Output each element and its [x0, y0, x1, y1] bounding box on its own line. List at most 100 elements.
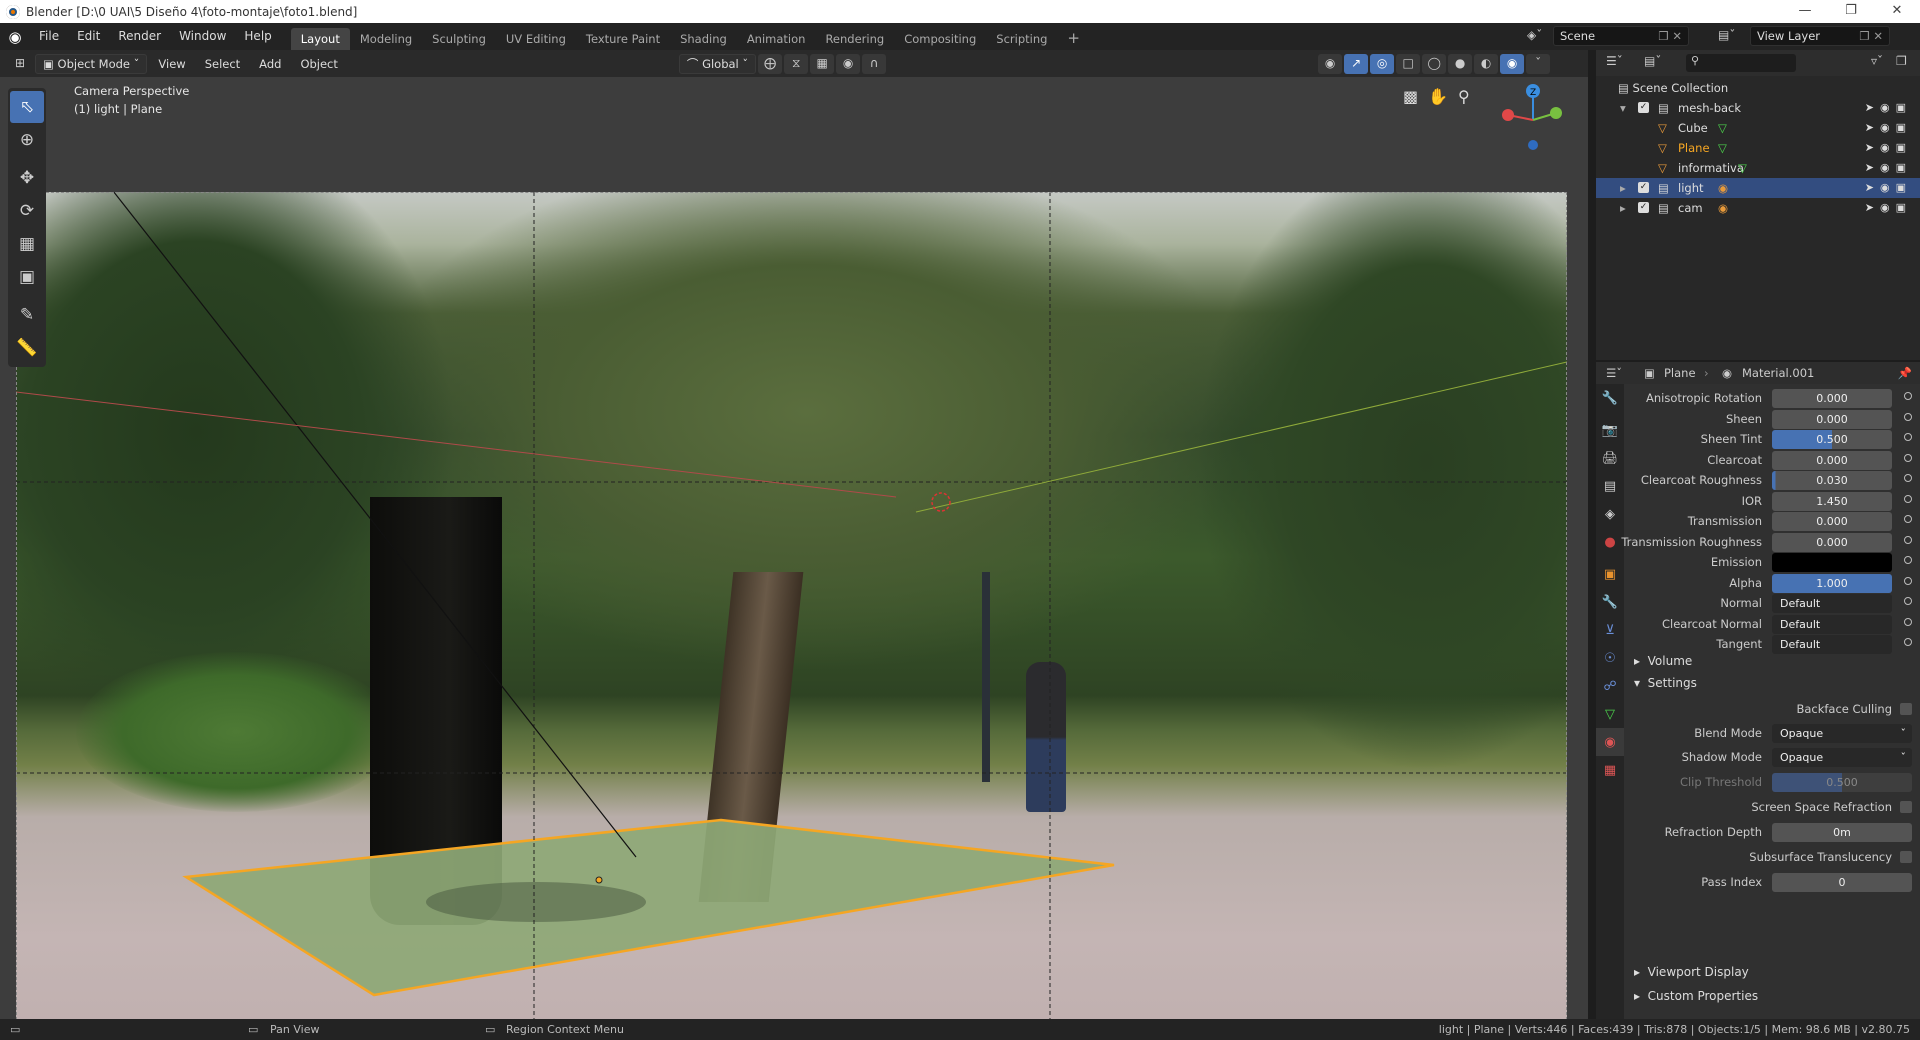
workspace-tab-uv-editing[interactable]: UV Editing [496, 28, 576, 50]
world-tab-icon[interactable]: ● [1596, 528, 1624, 556]
shading-material-icon[interactable]: ◐ [1474, 53, 1499, 74]
shading-solid-icon[interactable]: ● [1448, 53, 1473, 74]
measure-tool-icon[interactable]: 📏 [10, 332, 44, 364]
menu-view[interactable]: View [150, 54, 193, 74]
menu-render[interactable]: Render [109, 23, 170, 50]
pass-index-field[interactable]: 0 [1772, 873, 1912, 892]
clearcoat-roughness-slider[interactable]: 0.030 [1772, 471, 1892, 490]
physics-tab-icon[interactable]: ☉ [1596, 644, 1624, 672]
menu-add[interactable]: Add [251, 54, 289, 74]
anisotropic-rotation-field[interactable]: 0.000 [1772, 389, 1892, 408]
transmission-field[interactable]: 0.000 [1772, 512, 1892, 531]
selectable-icon[interactable]: ➤ [1865, 201, 1880, 214]
object-tab-icon[interactable]: ▣ [1596, 560, 1624, 588]
particles-tab-icon[interactable]: ⊻ [1596, 616, 1624, 644]
annotate-tool-icon[interactable]: ✎ [10, 299, 44, 331]
shading-rendered-icon[interactable]: ◉ [1500, 53, 1525, 74]
rotate-tool-icon[interactable]: ⟳ [10, 195, 44, 227]
ssr-checkbox[interactable] [1900, 801, 1912, 813]
keyframe-dot-icon[interactable] [1904, 412, 1912, 421]
material-tab-icon[interactable]: ◉ [1596, 728, 1624, 756]
outliner-item-mesh-back[interactable]: ▾ ✓ ▤ mesh-back ➤◉▣ [1596, 98, 1920, 118]
render-camera-icon[interactable]: ▣ [1896, 201, 1912, 214]
eye-icon[interactable]: ◉ [1880, 181, 1896, 194]
add-workspace-icon[interactable]: + [1057, 27, 1090, 49]
section-settings[interactable]: ▾ Settings [1624, 671, 1920, 695]
menu-select[interactable]: Select [197, 54, 248, 74]
section-custom-properties[interactable]: ▸ Custom Properties [1624, 984, 1920, 1008]
keyframe-dot-icon[interactable] [1904, 556, 1912, 564]
keyframe-dot-icon[interactable] [1904, 617, 1912, 626]
scene-name-field[interactable]: Scene ❐ ✕ [1553, 26, 1689, 46]
selectable-icon[interactable]: ➤ [1865, 121, 1880, 134]
shading-options-icon[interactable]: ˇ [1526, 53, 1551, 74]
keyframe-dot-icon[interactable] [1904, 453, 1912, 462]
render-camera-icon[interactable]: ▣ [1896, 121, 1912, 134]
3d-viewport[interactable]: Camera Perspective (1) light | Plane ▩ ✋… [0, 77, 1588, 1019]
expand-arrow-icon[interactable]: ▾ [1620, 98, 1626, 118]
section-viewport-display[interactable]: ▸ Viewport Display [1624, 960, 1920, 984]
scene-selector-icon[interactable]: ◈ˇ [1527, 28, 1542, 42]
pivot-icon[interactable]: ⨁ [758, 53, 783, 74]
scale-tool-icon[interactable]: ▦ [10, 228, 44, 260]
clearcoat-normal-select[interactable]: Default [1772, 614, 1892, 634]
outliner-editor-icon[interactable]: ☰ˇ [1606, 54, 1623, 68]
eye-icon[interactable]: ◉ [1880, 141, 1896, 154]
keyframe-dot-icon[interactable] [1904, 535, 1912, 544]
backface-culling-checkbox[interactable] [1900, 703, 1912, 715]
snap-target-icon[interactable]: ▦ [810, 53, 835, 74]
blend-mode-select[interactable]: Opaque ˇ [1772, 724, 1912, 743]
visibility-icon[interactable]: ◉ [1318, 53, 1343, 74]
proportional-edit-icon[interactable]: ◉ [836, 53, 861, 74]
mode-selector[interactable]: ▣ Object Mode ˇ [35, 53, 148, 74]
keyframe-dot-icon[interactable] [1904, 474, 1912, 482]
outliner-item-plane[interactable]: ▽ Plane ▽ ➤◉▣ [1596, 138, 1920, 158]
scene-tab-icon[interactable]: ◈ [1596, 500, 1624, 528]
tool-tab-icon[interactable]: 🔧 [1596, 384, 1624, 412]
keyframe-dot-icon[interactable] [1904, 576, 1912, 585]
workspace-tab-texture-paint[interactable]: Texture Paint [576, 28, 670, 50]
menu-object[interactable]: Object [292, 54, 345, 74]
snap-icon[interactable]: ⧖ [784, 53, 809, 74]
menu-help[interactable]: Help [235, 23, 280, 50]
refraction-depth-field[interactable]: 0m [1772, 823, 1912, 842]
blender-menu-icon[interactable]: ◉ [0, 28, 30, 46]
close-icon[interactable]: ✕ [1874, 0, 1920, 23]
workspace-tab-animation[interactable]: Animation [737, 28, 816, 50]
selectable-icon[interactable]: ➤ [1865, 101, 1880, 114]
data-tab-icon[interactable]: ▽ [1596, 700, 1624, 728]
outliner-item-light[interactable]: ▸ ✓ ▤ light ◉ ➤◉▣ [1596, 178, 1920, 198]
menu-file[interactable]: File [30, 23, 68, 50]
selectable-icon[interactable]: ➤ [1865, 141, 1880, 154]
properties-editor-icon[interactable]: ☰ˇ [1606, 362, 1622, 384]
exclude-checkbox[interactable]: ✓ [1638, 182, 1649, 193]
camera-view-icon[interactable]: ▩ [1403, 87, 1418, 106]
menu-window[interactable]: Window [170, 23, 235, 50]
workspace-tab-modeling[interactable]: Modeling [350, 28, 422, 50]
eye-icon[interactable]: ◉ [1880, 121, 1896, 134]
display-mode-icon[interactable]: ▤ˇ [1644, 54, 1661, 68]
keyframe-dot-icon[interactable] [1904, 597, 1912, 605]
menu-edit[interactable]: Edit [68, 23, 109, 50]
overlay-icon[interactable]: ◎ [1370, 53, 1395, 74]
view-layer-field[interactable]: View Layer ❐ ✕ [1750, 26, 1890, 46]
outliner-item-cam[interactable]: ▸ ✓ ▤ cam ◉ ➤◉▣ [1596, 198, 1920, 218]
workspace-tab-sculpting[interactable]: Sculpting [422, 28, 496, 50]
keyframe-dot-icon[interactable] [1904, 392, 1912, 400]
clearcoat-field[interactable]: 0.000 [1772, 450, 1892, 470]
eye-icon[interactable]: ◉ [1880, 161, 1896, 174]
transform-tool-icon[interactable]: ▣ [10, 261, 44, 293]
select-box-icon[interactable]: ⬁ [10, 91, 44, 123]
navigation-gizmo[interactable]: Z [1496, 83, 1570, 157]
render-tab-icon[interactable]: 📷 [1596, 416, 1624, 444]
outliner-item-informativa[interactable]: ▽ informativa ▽ ➤◉▣ [1596, 158, 1920, 178]
modifier-tab-icon[interactable]: 🔧 [1596, 588, 1624, 616]
selectable-icon[interactable]: ➤ [1865, 161, 1880, 174]
selectable-icon[interactable]: ➤ [1865, 181, 1880, 194]
keyframe-dot-icon[interactable] [1904, 638, 1912, 646]
outliner-scene-collection[interactable]: ▤ Scene Collection [1596, 78, 1920, 98]
normal-select[interactable]: Default [1772, 594, 1892, 613]
eye-icon[interactable]: ◉ [1880, 201, 1896, 214]
outliner-search-input[interactable]: ⚲ [1686, 54, 1796, 72]
pin-icon[interactable]: 📌 [1898, 362, 1912, 384]
